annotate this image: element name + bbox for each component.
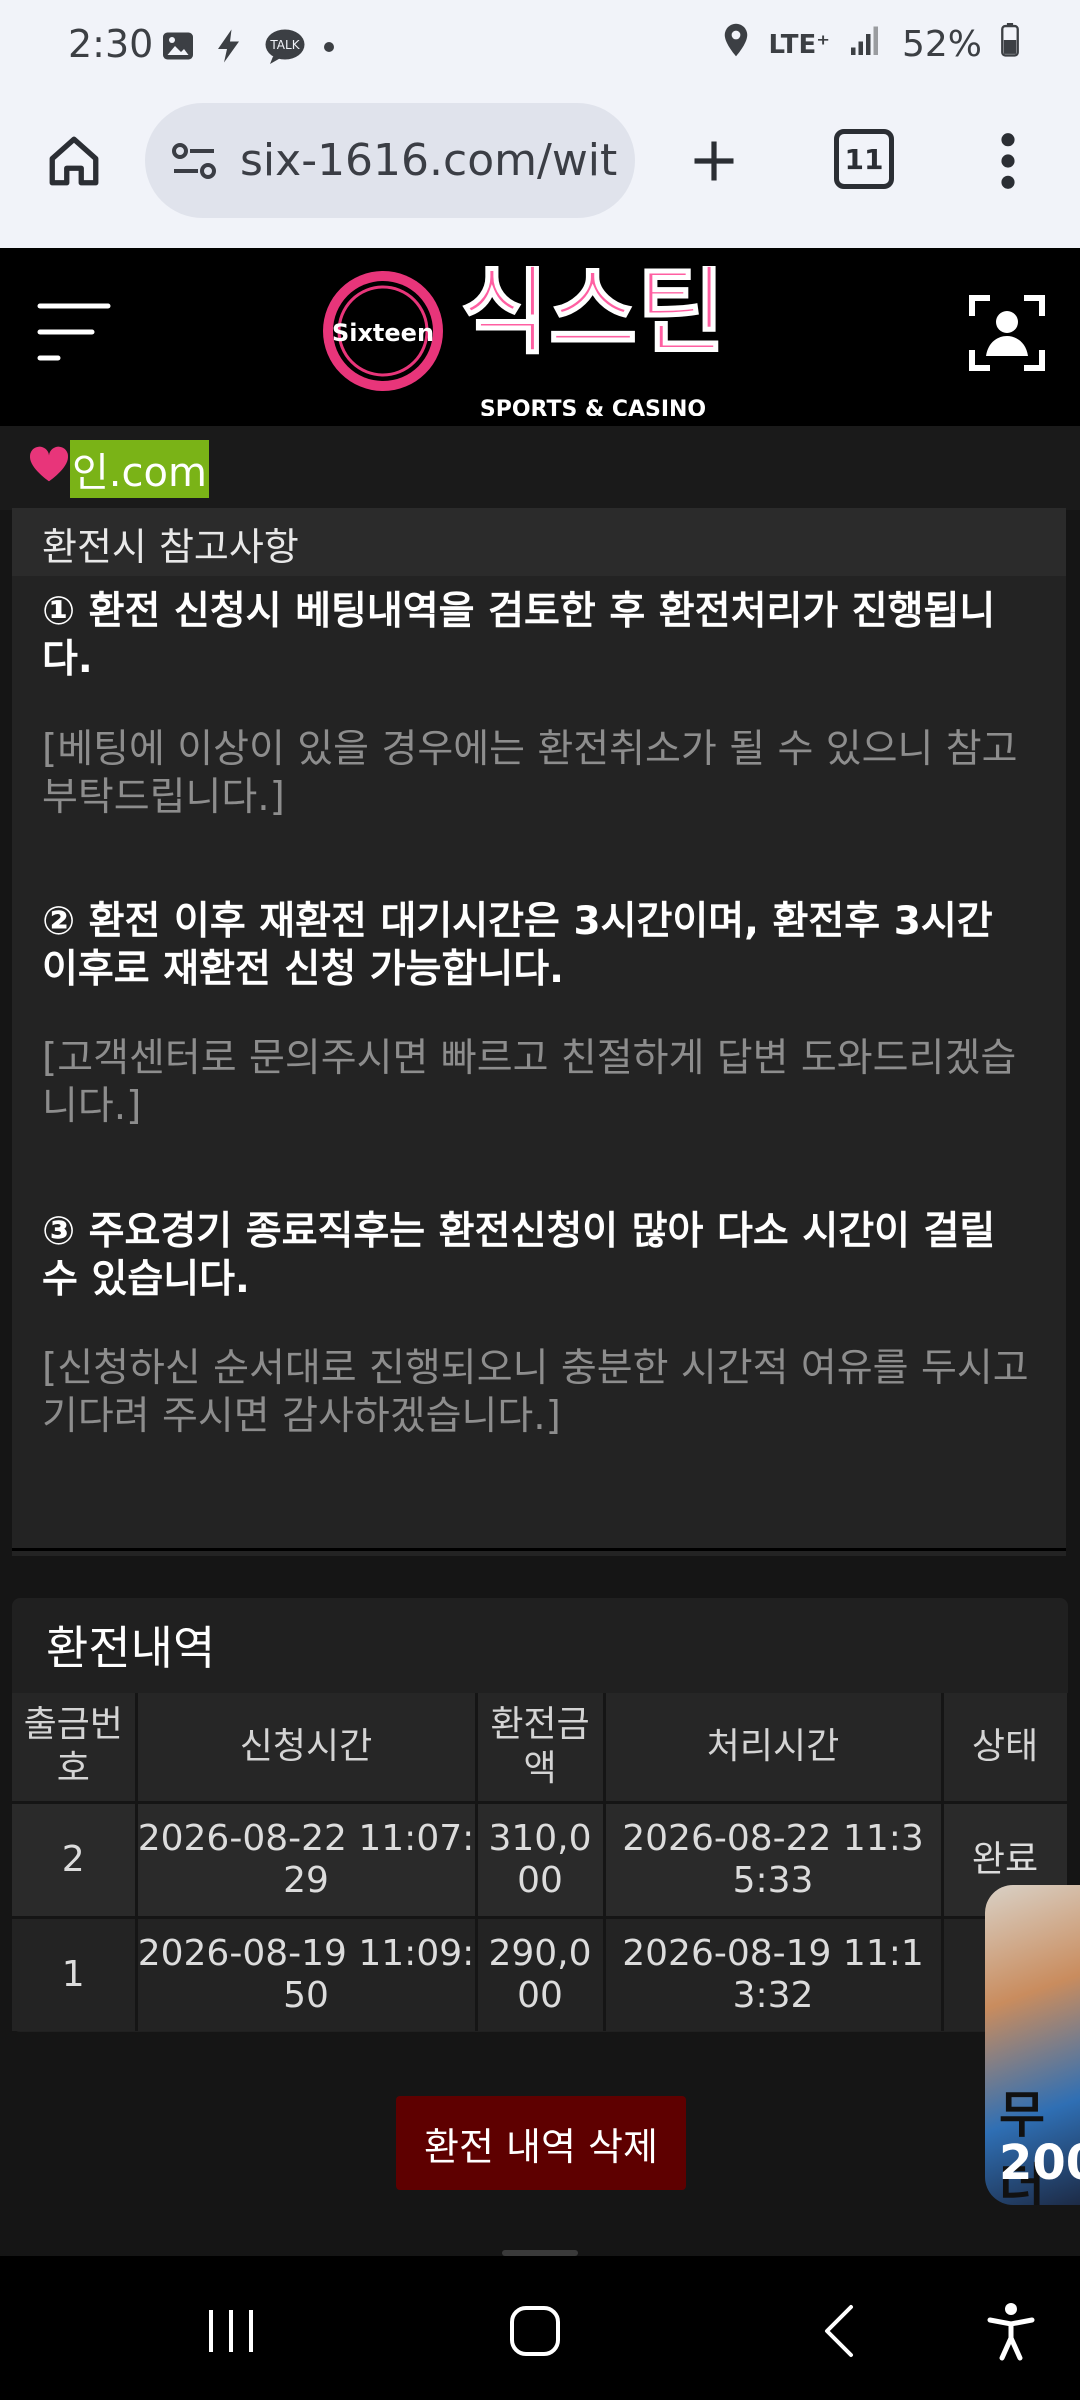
col-processed-time: 처리시간	[604, 1693, 944, 1803]
watermark-text: 인.com	[70, 440, 209, 498]
url-text[interactable]: six-1616.com/with	[240, 135, 620, 186]
new-tab-icon[interactable]	[678, 125, 750, 197]
table-row: 2 2026-08-22 11:07:29 310,000 2026-08-22…	[12, 1801, 1070, 1918]
cell-amount: 310,000	[476, 1801, 606, 1918]
site-logo[interactable]: Sixteen 식스틴 SPORTS & CASINO	[318, 254, 758, 422]
address-bar[interactable]: six-1616.com/with	[145, 103, 635, 218]
home-nav-icon[interactable]	[490, 2286, 580, 2376]
table-header: 출금번호 신청시간 환전금액 처리시간 상태	[12, 1693, 1070, 1803]
cell-no: 1	[12, 1916, 138, 2031]
site-header: Sixteen 식스틴 SPORTS & CASINO	[0, 248, 1080, 426]
col-status: 상태	[942, 1693, 1070, 1803]
notice-item-1-sub: [베팅에 이상이 있을 경우에는 환전취소가 될 수 있으니 참고 부탁드립니다…	[42, 727, 1018, 820]
notice-item-2-title: ② 환전 이후 재환전 대기시간은 3시간이며, 환전후 3시간 이후로 재환전…	[42, 899, 993, 992]
notice-item-1-title: ① 환전 신청시 베팅내역을 검토한 후 환전처리가 진행됩니다.	[42, 589, 996, 682]
home-icon[interactable]	[38, 125, 110, 197]
system-nav-bar	[0, 2256, 1080, 2400]
more-menu-icon[interactable]	[978, 125, 1038, 197]
battery-percent: 52%	[901, 24, 982, 65]
col-withdraw-no: 출금번호	[12, 1693, 138, 1803]
clock: 2:30	[68, 22, 154, 66]
delete-history-button[interactable]: 환전 내역 삭제	[396, 2096, 686, 2190]
cell-amount: 290,000	[476, 1916, 606, 2031]
account-icon[interactable]	[968, 294, 1046, 372]
hamburger-menu-icon[interactable]	[36, 298, 112, 368]
watermark: 인.com	[28, 440, 209, 498]
notice-header: 환전시 참고사항	[42, 525, 299, 569]
cell-requested: 2026-08-19 11:09:50	[136, 1916, 478, 2031]
location-icon	[721, 22, 751, 67]
logo-subtitle: SPORTS & CASINO	[480, 397, 706, 416]
col-request-time: 신청시간	[136, 1693, 478, 1803]
heart-icon	[28, 445, 70, 493]
cell-processed: 2026-08-22 11:35:33	[604, 1801, 944, 1918]
cell-requested: 2026-08-22 11:07:29	[136, 1801, 478, 1918]
divider	[12, 1548, 1066, 1551]
notice-item-2-sub: [고객센터로 문의주시면 빠르고 친절하게 답변 도와드리겠습니다.]	[42, 1036, 1017, 1129]
cell-no: 2	[12, 1801, 138, 1918]
status-bar: 2:30 TALK LTE⁺ 52%	[0, 0, 1080, 95]
exchange-history: 환전내역 출금번호 신청시간 환전금액 처리시간 상태 2 2026-08-22…	[12, 1598, 1070, 2032]
history-title: 환전내역	[46, 1621, 216, 1675]
history-table: 출금번호 신청시간 환전금액 처리시간 상태 2 2026-08-22 11:0…	[12, 1693, 1070, 2031]
battery-icon	[1000, 23, 1020, 66]
logo-title: 식스틴	[461, 266, 726, 367]
accessibility-icon[interactable]	[966, 2286, 1056, 2376]
recent-apps-icon[interactable]	[186, 2286, 276, 2376]
site-settings-icon[interactable]	[170, 139, 218, 187]
notice-item-3-title: ③ 주요경기 종료직후는 환전신청이 많아 다소 시간이 걸릴 수 있습니다.	[42, 1209, 996, 1302]
col-amount: 환전금액	[476, 1693, 606, 1803]
tab-switcher-button[interactable]: 11	[834, 129, 894, 189]
side-ad-banner[interactable]: 무더 200	[985, 1885, 1080, 2205]
table-row: 1 2026-08-19 11:09:50 290,000 2026-08-19…	[12, 1916, 1070, 2031]
gallery-icon	[160, 28, 196, 68]
side-ad-number: 200	[999, 2135, 1080, 2191]
svg-text:TALK: TALK	[269, 38, 300, 52]
notice-item-3-sub: [신청하신 순서대로 진행되오니 충분한 시간적 여유를 두시고 기다려 주시면…	[42, 1346, 1029, 1439]
talk-icon: TALK	[264, 27, 306, 69]
flash-icon	[212, 26, 248, 70]
browser-toolbar: six-1616.com/with 11	[0, 95, 1080, 248]
logo-badge: Sixteen	[332, 319, 434, 347]
exchange-notice-panel: 환전시 참고사항 ① 환전 신청시 베팅내역을 검토한 후 환전처리가 진행됩니…	[12, 508, 1066, 1556]
network-type: LTE⁺	[768, 29, 830, 60]
tab-count: 11	[844, 142, 884, 176]
dot-icon	[322, 39, 336, 58]
back-icon[interactable]	[794, 2286, 884, 2376]
signal-icon	[848, 23, 884, 66]
cell-processed: 2026-08-19 11:13:32	[604, 1916, 944, 2031]
